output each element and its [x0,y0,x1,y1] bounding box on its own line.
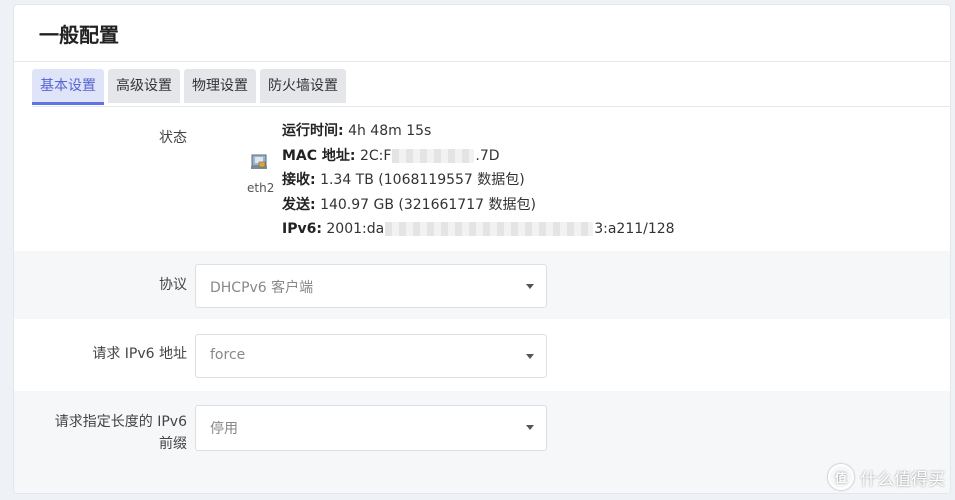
network-port-icon [251,154,267,169]
ipv6-label: IPv6: [282,221,322,237]
rx-label: 接收: [282,172,316,188]
ipv6-suffix: 3:a211/128 [594,221,675,237]
tx-value: 140.97 GB (321661717 数据包) [320,196,536,213]
request-ipv6-label: 请求 IPv6 地址 [92,346,187,362]
interface-name: eth2 [247,181,275,195]
form-content: 状态 eth2 运行时间: 4h 48m 15s MAC 地址: 2C:F .7D… [14,107,950,493]
chevron-down-icon [526,425,534,430]
rx-value: 1.34 TB (1068119557 数据包) [320,172,525,188]
status-row: 状态 eth2 运行时间: 4h 48m 15s MAC 地址: 2C:F .7D… [14,107,950,251]
mac-suffix: .7D [475,147,500,164]
title-divider [14,61,950,62]
tx-line: 发送: 140.97 GB (321661717 数据包) [282,193,675,218]
prefix-length-label: 请求指定长度的 IPv6 前缀 [55,411,187,455]
status-details: 运行时间: 4h 48m 15s MAC 地址: 2C:F .7D 接收: 1.3… [282,119,675,242]
request-ipv6-select[interactable]: force [195,334,547,378]
prefix-length-select[interactable]: 停用 [195,405,547,451]
chevron-down-icon [526,284,534,289]
tab-physical-settings[interactable]: 物理设置 [184,69,256,103]
mac-label: MAC 地址: [282,147,356,164]
redacted-ipv6 [385,222,594,236]
protocol-select[interactable]: DHCPv6 客户端 [195,264,547,308]
request-ipv6-row: 请求 IPv6 地址 force [14,319,950,391]
request-ipv6-value: force [210,347,246,363]
tab-bar: 基本设置 高级设置 物理设置 防火墙设置 [32,69,346,107]
watermark: 值 什么值得买 [828,464,945,490]
tab-firewall-settings[interactable]: 防火墙设置 [260,69,346,103]
page-title: 一般配置 [39,23,119,47]
protocol-label: 协议 [159,277,187,293]
redacted-mac [392,148,475,163]
uptime-label: 运行时间: [282,123,344,139]
prefix-length-value: 停用 [210,421,238,437]
tab-basic-settings[interactable]: 基本设置 [32,69,104,105]
ipv6-line: IPv6: 2001:da 3:a211/128 [282,217,675,242]
rx-line: 接收: 1.34 TB (1068119557 数据包) [282,168,675,193]
prefix-length-label-line1: 请求指定长度的 IPv6 [54,414,187,430]
uptime-value: 4h 48m 15s [348,123,432,139]
chevron-down-icon [526,354,534,359]
uptime-line: 运行时间: 4h 48m 15s [282,119,675,144]
ipv6-prefix: 2001:da [326,221,385,237]
prefix-length-row: 请求指定长度的 IPv6 前缀 停用 [14,391,950,493]
watermark-text: 什么值得买 [860,469,945,490]
mac-line: MAC 地址: 2C:F .7D [282,144,675,169]
mac-prefix: 2C:F [359,147,392,164]
general-config-card: 一般配置 基本设置 高级设置 物理设置 防火墙设置 状态 eth2 运行时间: … [13,4,951,494]
tx-label: 发送: [282,196,316,213]
protocol-row: 协议 DHCPv6 客户端 [14,251,950,319]
tab-advanced-settings[interactable]: 高级设置 [108,69,180,103]
prefix-length-label-line2: 前缀 [159,436,187,452]
protocol-value: DHCPv6 客户端 [210,280,314,296]
status-label: 状态 [159,130,187,146]
watermark-logo-icon: 值 [828,464,854,490]
